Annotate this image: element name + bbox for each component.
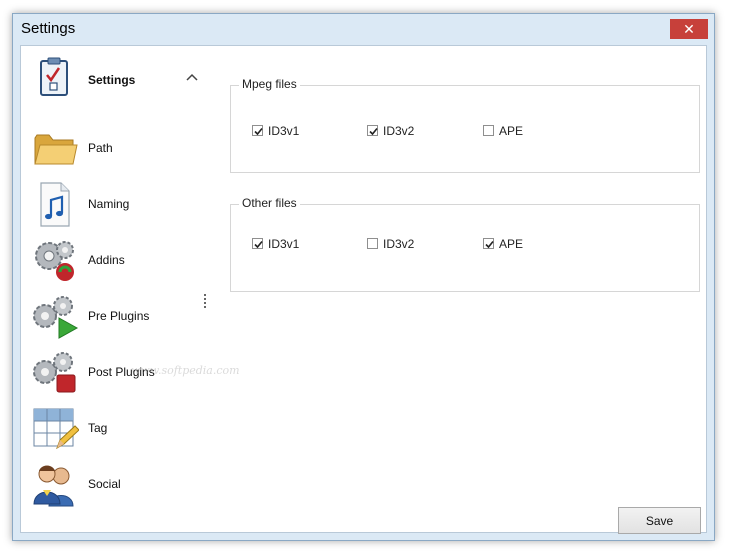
title-bar[interactable]: Settings ✕ — [13, 14, 714, 44]
gears-stop-icon — [33, 352, 76, 393]
chevron-up-icon[interactable] — [185, 72, 199, 82]
checkmark-icon — [485, 240, 494, 249]
gears-addins-icon — [35, 241, 74, 281]
watermark: www.softpedia.com — [131, 364, 240, 377]
sidebar-item-naming[interactable]: Naming — [31, 180, 206, 230]
grid-pencil-icon — [33, 408, 79, 450]
sidebar-item-label: Addins — [88, 253, 125, 267]
sidebar-item-label: Pre Plugins — [88, 309, 150, 323]
settings-window: Settings ✕ Settings Path Naming Addins P… — [12, 13, 715, 541]
splitter-handle[interactable] — [203, 292, 207, 312]
sidebar-item-label: Social — [88, 477, 121, 491]
mpeg-files-group: Mpeg files ID3v1 ID3v2 APE — [230, 77, 700, 173]
gears-play-icon — [33, 296, 79, 339]
checkmark-icon — [369, 127, 378, 136]
clipboard-check-icon — [40, 57, 68, 96]
other-files-group: Other files ID3v1 ID3v2 APE — [230, 196, 700, 292]
music-file-icon — [40, 182, 70, 227]
other-files-title: Other files — [239, 196, 300, 210]
mpeg-files-title: Mpeg files — [239, 77, 300, 91]
sidebar-header-label: Settings — [88, 73, 136, 87]
sidebar-item-label: Naming — [88, 197, 130, 211]
sidebar-header-settings[interactable]: Settings — [31, 54, 206, 104]
close-button[interactable]: ✕ — [670, 19, 708, 39]
sidebar-item-tag[interactable]: Tag — [31, 404, 206, 454]
sidebar-item-label: Path — [88, 141, 113, 155]
checkmark-icon — [254, 240, 263, 249]
sidebar-item-label: Tag — [88, 421, 108, 435]
save-button[interactable]: Save — [618, 507, 701, 534]
sidebar-item-path[interactable]: Path — [31, 124, 206, 174]
sidebar-item-pre-plugins[interactable]: Pre Plugins — [31, 292, 206, 342]
window-title: Settings — [21, 20, 76, 37]
sidebar-item-addins[interactable]: Addins — [31, 236, 206, 286]
sidebar-item-social[interactable]: Social — [31, 460, 206, 510]
checkmark-icon — [254, 127, 263, 136]
folder-icon — [34, 134, 78, 165]
client-area: Settings Path Naming Addins Pre Plugins … — [20, 45, 707, 534]
sidebar: Settings Path Naming Addins Pre Plugins … — [21, 46, 211, 532]
users-icon — [33, 465, 74, 507]
close-icon: ✕ — [683, 21, 695, 37]
